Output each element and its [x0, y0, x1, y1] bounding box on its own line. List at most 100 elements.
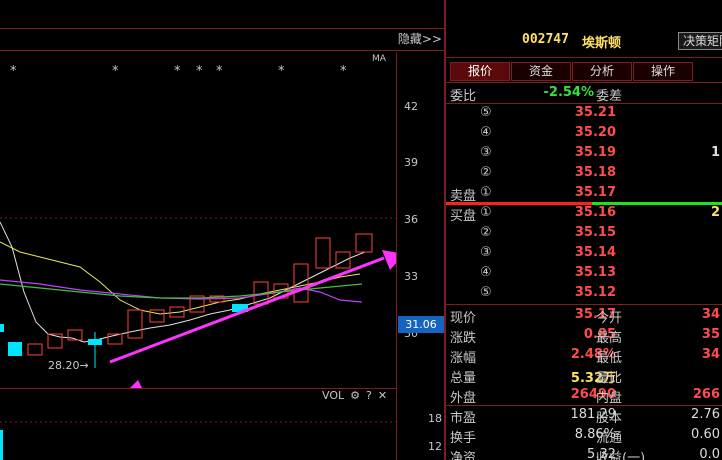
price-tick-label: 39	[404, 156, 418, 169]
tab-analysis[interactable]: 分析	[572, 62, 632, 81]
ask-price: 35.19	[574, 145, 616, 160]
bid-level: ①	[480, 205, 492, 220]
candle	[335, 251, 351, 269]
order-ratio-row: 委比 -2.54% 委差	[446, 83, 722, 104]
ask-row: ② 35.18	[446, 163, 722, 183]
stat-row: 现价 35.17 今开 34	[446, 305, 722, 326]
tab-quote[interactable]: 报价	[450, 62, 510, 81]
candle	[149, 309, 165, 323]
stat-label: 换手	[450, 431, 477, 446]
ask-level: ⑤	[480, 105, 492, 120]
ask-volume: 1	[710, 145, 720, 160]
low-price-label: 28.20→	[48, 359, 89, 372]
stat-label: 净资	[450, 451, 477, 460]
bid-level: ③	[480, 245, 492, 260]
ask-level: ②	[480, 165, 492, 180]
volume-tick-label: 12	[428, 440, 442, 453]
price-axis-line	[396, 52, 397, 460]
bid-row: ③ 35.14	[446, 243, 722, 263]
stat-row: 换手 8.86% 流通 0.60	[446, 425, 722, 446]
stat-label: 最高	[596, 331, 623, 346]
ask-price: 35.20	[574, 125, 616, 140]
stat-label: 市盈	[450, 411, 477, 426]
current-price-tag: 31.06	[398, 316, 444, 333]
stat-label: 股本	[596, 411, 623, 426]
stat-label: 收益(一)	[596, 451, 646, 460]
price-tick-label: 36	[404, 213, 418, 226]
trend-arrow-head	[382, 250, 396, 270]
stat-row: 总量 5.32万 量比	[446, 365, 722, 386]
kline-chart-area[interactable]: 隐藏>> * * * * * * * MA 42 39 36 33 30 31.…	[0, 0, 446, 460]
chart-header-divider	[0, 50, 444, 51]
ask-level: ④	[480, 125, 492, 140]
stat-label: 总量	[450, 371, 477, 386]
stat-label: 最低	[596, 351, 623, 366]
trend-arrow-marker	[130, 380, 142, 388]
price-tick-label: 42	[404, 100, 418, 113]
stat-label: 涨幅	[450, 351, 477, 366]
stat-row: 涨幅 2.48% 最低 34	[446, 345, 722, 366]
kline-plot[interactable]	[0, 52, 396, 392]
ask-price: 35.17	[574, 185, 616, 200]
bid-row: ⑤ 35.12	[446, 283, 722, 303]
candle	[27, 343, 43, 356]
ask-level: ①	[480, 185, 492, 200]
bid-side-label: 买盘	[450, 209, 477, 224]
stat-value: 0.60	[691, 427, 720, 442]
volume-plot[interactable]	[0, 400, 396, 460]
bid-level: ②	[480, 225, 492, 240]
stat-row: 涨跌 0.85 最高 35	[446, 325, 722, 346]
stat-label: 现价	[450, 311, 477, 326]
stat-value: 34	[701, 347, 720, 362]
price-tick-label: 33	[404, 270, 418, 283]
ask-price: 35.18	[574, 165, 616, 180]
bid-level: ④	[480, 265, 492, 280]
bid-row: 买盘 ① 35.16 2	[446, 203, 722, 224]
ask-row: 卖盘 ① 35.17	[446, 183, 722, 204]
stat-row: 市盈 181.29 股本 2.76	[446, 405, 722, 426]
stat-label: 流通	[596, 431, 623, 446]
stock-name: 埃斯顿	[582, 36, 622, 51]
quote-tabs: 报价 资金 分析 操作	[450, 62, 693, 81]
tab-funds[interactable]: 资金	[511, 62, 571, 81]
stat-label: 量比	[596, 371, 623, 386]
chart-top-divider	[0, 28, 444, 29]
ask-price: 35.21	[574, 105, 616, 120]
divider	[446, 57, 722, 58]
ask-row: ③ 35.19 1	[446, 143, 722, 163]
candles	[0, 233, 373, 368]
order-diff-label: 委差	[596, 89, 623, 104]
candle	[0, 324, 4, 332]
bid-price: 35.16	[574, 205, 616, 220]
quote-panel: 002747 埃斯顿 决策矩阵 报价 资金 分析 操作 委比 -2.54% 委差…	[446, 0, 722, 460]
order-ratio-value: -2.54%	[543, 85, 595, 100]
bid-price: 35.15	[574, 225, 616, 240]
hide-panel-button[interactable]: 隐藏>>	[398, 30, 442, 47]
bid-price: 35.14	[574, 245, 616, 260]
ask-row: ④ 35.20	[446, 123, 722, 143]
volume-tick-label: 18	[428, 412, 442, 425]
tab-trade[interactable]: 操作	[633, 62, 693, 81]
bid-price: 35.12	[574, 285, 616, 300]
bid-row: ② 35.15	[446, 223, 722, 243]
stat-value: 2.76	[691, 407, 720, 422]
stock-header: 002747 埃斯顿 决策矩阵	[446, 30, 722, 52]
stat-value: 0.0	[699, 447, 720, 460]
ask-row: ⑤ 35.21	[446, 103, 722, 123]
candle	[315, 237, 331, 269]
stat-label: 内盘	[596, 391, 623, 406]
bid-level: ⑤	[480, 285, 492, 300]
bid-row: ④ 35.13	[446, 263, 722, 283]
decision-matrix-button[interactable]: 决策矩阵	[678, 32, 722, 50]
bid-price: 35.13	[574, 265, 616, 280]
candle	[8, 342, 22, 356]
stat-value: 266	[692, 387, 720, 402]
stat-label: 涨跌	[450, 331, 477, 346]
candle	[355, 233, 373, 253]
order-ratio-label: 委比	[450, 89, 477, 104]
ma10-line	[0, 241, 361, 315]
ask-level: ③	[480, 145, 492, 160]
volume-bar	[0, 430, 3, 460]
stat-row: 净资 5.32 收益(一) 0.0	[446, 445, 722, 460]
stat-label: 今开	[596, 311, 623, 326]
